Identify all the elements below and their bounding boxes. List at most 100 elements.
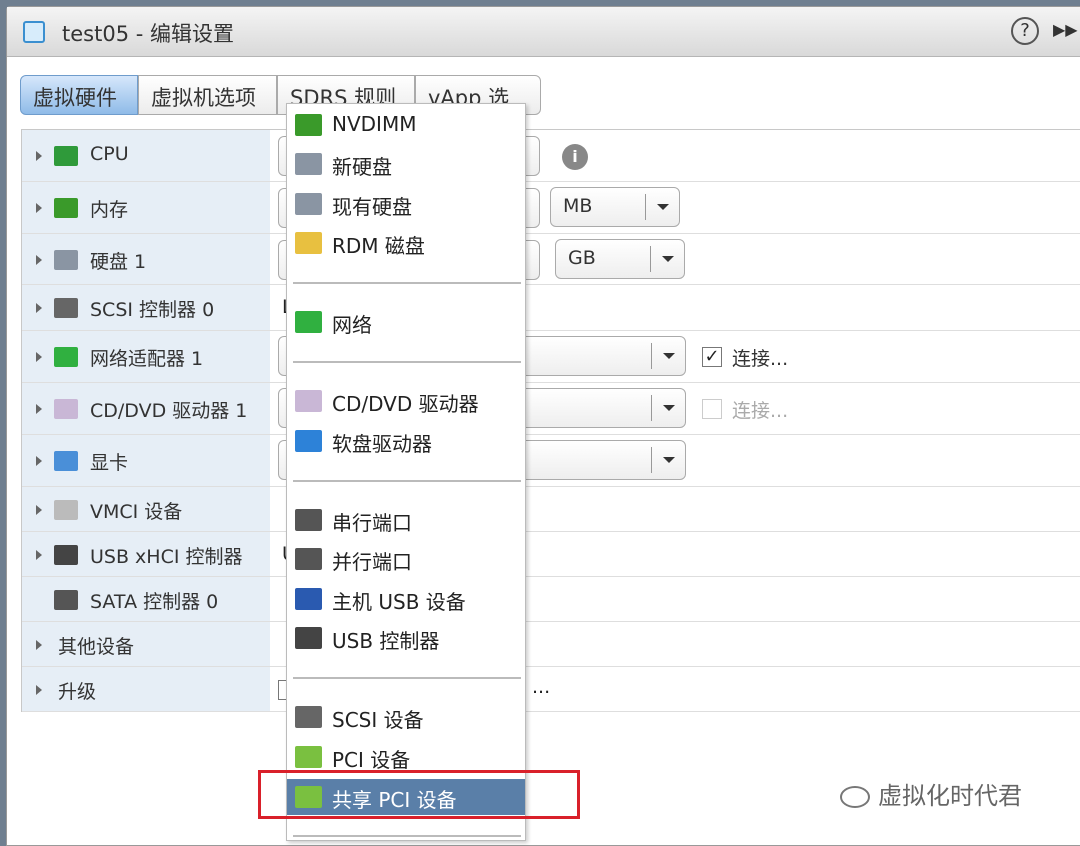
- chevron-down-icon: [651, 343, 685, 369]
- hardware-row[interactable]: 网络适配器 1 ✓ 连接...: [22, 331, 1080, 383]
- menu-item-label: 主机 USB 设备: [332, 590, 466, 614]
- disk-icon: [54, 249, 78, 270]
- unit-select[interactable]: GB: [555, 239, 685, 279]
- hardware-row[interactable]: 显卡: [22, 435, 1080, 487]
- row-label: 内存: [90, 199, 129, 221]
- pci-icon: [295, 746, 322, 768]
- menu-item[interactable]: CD/DVD 驱动器: [287, 383, 525, 419]
- menu-item[interactable]: 串行端口: [287, 502, 525, 538]
- menu-separator: [293, 677, 521, 679]
- edit-settings-dialog: test05 - 编辑设置 ? ▶▶ 虚拟硬件 虚拟机选项 SDRS 规则 vA…: [6, 6, 1080, 846]
- menu-item[interactable]: 网络: [287, 304, 525, 340]
- expand-arrow-icon[interactable]: [36, 203, 42, 213]
- hardware-row[interactable]: 升级...: [22, 667, 1080, 712]
- dialog-title: test05 - 编辑设置: [62, 22, 234, 46]
- row-label: 显卡: [90, 452, 129, 474]
- menu-item-label: SCSI 设备: [332, 708, 424, 732]
- title-bar: test05 - 编辑设置 ? ▶▶: [7, 7, 1080, 57]
- usb-icon: [54, 544, 78, 565]
- hardware-row[interactable]: SATA 控制器 0: [22, 577, 1080, 622]
- row-label: 其他设备: [58, 635, 135, 658]
- menu-item[interactable]: 现有硬盘: [287, 186, 525, 222]
- hardware-row[interactable]: SCSI 控制器 0L: [22, 285, 1080, 331]
- help-button[interactable]: ?: [1011, 17, 1039, 45]
- menu-item-label: 现有硬盘: [332, 195, 412, 219]
- expand-arrow-icon[interactable]: [36, 254, 42, 265]
- parallel-port-icon: [295, 548, 322, 570]
- cpu-icon: [54, 146, 78, 166]
- connect-checkbox[interactable]: ✓: [702, 347, 722, 367]
- watermark-text: 虚拟化时代君: [878, 782, 1022, 810]
- chevron-down-icon: [651, 395, 685, 421]
- chevron-down-icon: [650, 246, 684, 272]
- expand-arrow-icon[interactable]: [36, 456, 42, 466]
- chevron-down-icon: [651, 447, 685, 473]
- unit-select[interactable]: MB: [550, 187, 680, 227]
- scsi-icon: [295, 706, 322, 728]
- hardware-row[interactable]: 内存 MB: [22, 182, 1080, 234]
- serial-port-icon: [295, 509, 322, 531]
- menu-item-label: USB 控制器: [332, 629, 440, 653]
- hardware-row[interactable]: 硬盘 1 GB: [22, 234, 1080, 285]
- floppy-icon: [295, 430, 322, 452]
- menu-item-label: RDM 磁盘: [332, 234, 425, 258]
- usb-stick-icon: [295, 588, 322, 610]
- expand-arrow-icon[interactable]: [36, 303, 42, 313]
- network-icon: [295, 311, 322, 333]
- menu-item[interactable]: NVDIMM: [287, 107, 525, 143]
- connect-checkbox[interactable]: [702, 399, 722, 419]
- menu-item-label: PCI 设备: [332, 748, 411, 772]
- expand-arrow-icon[interactable]: [36, 404, 42, 414]
- menu-item[interactable]: RDM 磁盘: [287, 225, 525, 261]
- menu-separator: [293, 282, 521, 284]
- menu-item-label: 网络: [332, 313, 372, 337]
- memory-icon: [54, 198, 78, 218]
- display-icon: [54, 451, 78, 471]
- row-label: VMCI 设备: [90, 500, 183, 523]
- upgrade-text: ...: [532, 675, 551, 698]
- hardware-row[interactable]: USB xHCI 控制器U: [22, 532, 1080, 577]
- menu-item[interactable]: 软盘驱动器: [287, 423, 525, 459]
- menu-item[interactable]: SCSI 设备: [287, 699, 525, 735]
- menu-item-label: 并行端口: [332, 550, 412, 574]
- disk-icon: [295, 153, 322, 175]
- info-icon[interactable]: i: [562, 144, 588, 170]
- hardware-row[interactable]: 其他设备: [22, 622, 1080, 667]
- hardware-row[interactable]: CPU i: [22, 130, 1080, 182]
- menu-item[interactable]: USB 控制器: [287, 620, 525, 656]
- row-label: 网络适配器 1: [90, 348, 204, 370]
- hardware-row[interactable]: VMCI 设备: [22, 487, 1080, 532]
- hardware-table: CPUi 内存 MB 硬盘 1 GB SCSI 控制器 0L 网络适配器 1 ✓ 连接... CD…: [21, 129, 1080, 712]
- wechat-icon: [840, 786, 870, 808]
- menu-item-label: 软盘驱动器: [332, 432, 432, 456]
- menu-item-label: 串行端口: [332, 511, 412, 535]
- row-label: USB xHCI 控制器: [90, 545, 243, 568]
- expand-arrow-icon[interactable]: [36, 504, 42, 515]
- unit-value: MB: [563, 195, 593, 217]
- expand-arrow-icon[interactable]: [36, 151, 42, 161]
- hardware-row[interactable]: CD/DVD 驱动器 1 连接...: [22, 383, 1080, 435]
- menu-item[interactable]: 新硬盘: [287, 146, 525, 182]
- row-label: SATA 控制器 0: [90, 590, 219, 613]
- usb-icon: [295, 627, 322, 649]
- tab-virtual-hardware[interactable]: 虚拟硬件: [20, 75, 138, 115]
- scsi-icon: [54, 298, 78, 318]
- add-device-menu: NVDIMM 新硬盘现有硬盘 RDM 磁盘 网络 CD/DVD 驱动器软盘驱动器串行端口…: [286, 103, 526, 841]
- menu-separator: [293, 835, 521, 837]
- cdrom-icon: [295, 390, 322, 412]
- disk-icon: [295, 193, 322, 215]
- annotation-highlight-box: [258, 770, 580, 819]
- menu-item[interactable]: 并行端口: [287, 541, 525, 577]
- menu-separator: [293, 361, 521, 363]
- expand-arrow-icon[interactable]: [36, 352, 42, 362]
- expand-arrow-icon[interactable]: [36, 684, 42, 695]
- forward-icon[interactable]: ▶▶: [1053, 20, 1078, 39]
- connect-label: 连接...: [732, 348, 789, 370]
- menu-item[interactable]: 主机 USB 设备: [287, 581, 525, 617]
- tab-vm-options[interactable]: 虚拟机选项: [138, 75, 277, 115]
- row-label: 硬盘 1: [90, 250, 147, 273]
- expand-arrow-icon[interactable]: [36, 549, 42, 560]
- cdrom-icon: [54, 399, 78, 419]
- expand-arrow-icon[interactable]: [36, 639, 42, 650]
- menu-separator: [293, 480, 521, 482]
